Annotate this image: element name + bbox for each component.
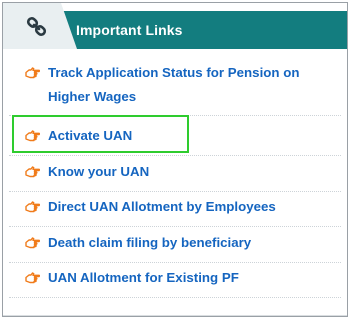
link-uan-allotment-existing-pf[interactable]: UAN Allotment for Existing PF: [3, 266, 347, 290]
link-know-your-uan[interactable]: Know your UAN: [3, 160, 347, 184]
divider: [9, 226, 341, 227]
link-track-pension-status[interactable]: Track Application Status for Pension on …: [3, 61, 347, 109]
divider: [9, 297, 341, 298]
link-label-line2: Higher Wages: [48, 89, 137, 104]
pointing-hand-icon: [25, 272, 40, 284]
link-label: Direct UAN Allotment by Employees: [48, 199, 276, 214]
link-label: Death claim filing by beneficiary: [48, 235, 252, 250]
pointing-hand-icon: [25, 201, 40, 213]
chain-link-icon: [26, 17, 47, 36]
link-label: Track Application Status for Pension on: [48, 65, 300, 80]
pointing-hand-icon: [25, 67, 40, 79]
pointing-hand-icon: [25, 237, 40, 249]
link-death-claim-filing[interactable]: Death claim filing by beneficiary: [3, 231, 347, 255]
bottom-border: [3, 315, 347, 316]
pointing-hand-icon: [25, 166, 40, 178]
important-links-panel: Important Links Track Application Status…: [2, 2, 348, 317]
panel-title: Important Links: [76, 22, 183, 38]
divider: [9, 155, 341, 156]
link-direct-uan-allotment[interactable]: Direct UAN Allotment by Employees: [3, 195, 347, 219]
divider: [9, 262, 341, 263]
link-label: Know your UAN: [48, 164, 150, 179]
link-label: UAN Allotment for Existing PF: [48, 270, 239, 285]
divider: [9, 191, 341, 192]
highlight-box: [12, 115, 189, 153]
panel-header: Important Links: [3, 3, 347, 49]
